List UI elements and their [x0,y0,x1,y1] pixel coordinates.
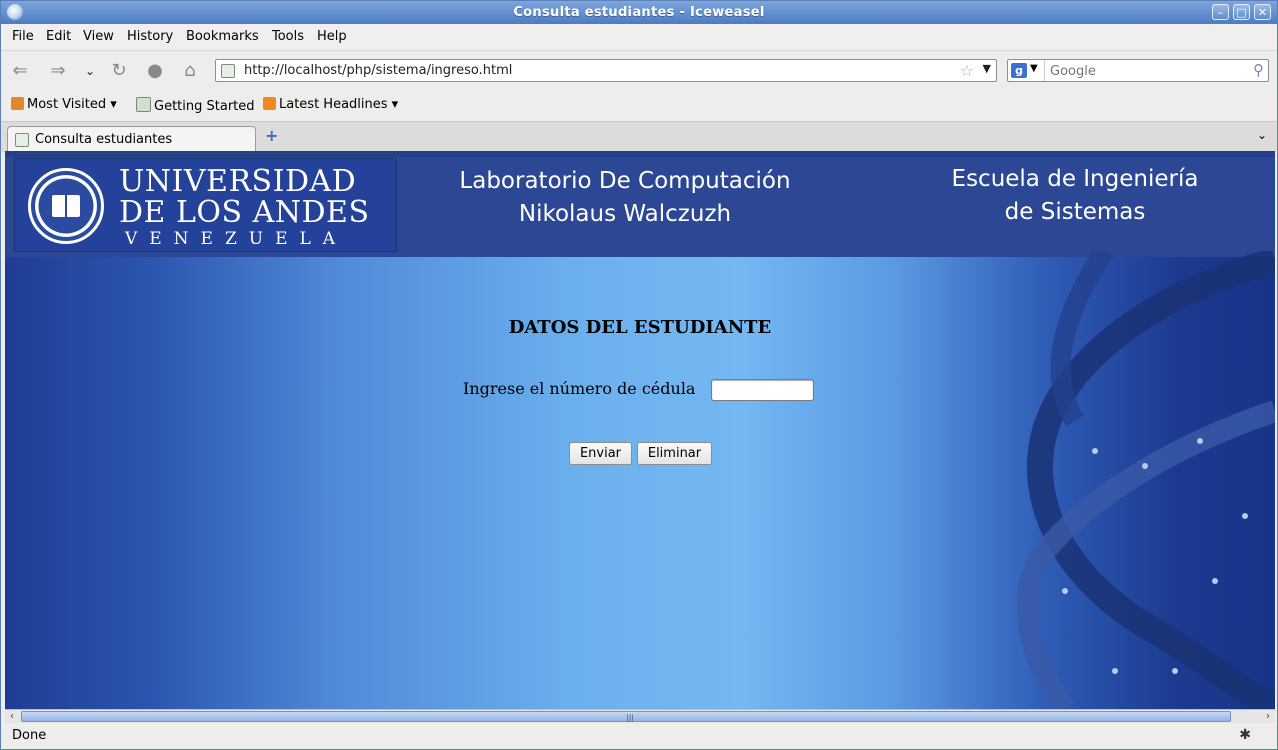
cedula-label: Ingrese el número de cédula [463,379,696,398]
bookmark-label: Getting Started [154,99,255,114]
cedula-input[interactable] [711,379,814,401]
lab-heading: Laboratorio De Computación Nikolaus Walc… [435,165,815,231]
bookmark-latest-headlines[interactable]: Latest Headlines ▾ [263,97,398,112]
menu-bar: File Edit View History Bookmarks Tools H… [1,24,1277,50]
logo-text-line1: UNIVERSIDAD [119,164,357,199]
window-title: Consulta estudiantes - Iceweasel [513,5,765,20]
tab-consulta-estudiantes[interactable]: Consulta estudiantes [7,126,256,152]
status-bar: Done ✱ [1,723,1277,749]
school-heading: Escuela de Ingeniería de Sistemas [925,163,1225,229]
title-bar: Consulta estudiantes - Iceweasel – □ ✕ [1,1,1277,24]
menu-help[interactable]: Help [317,29,347,44]
scroll-left-icon[interactable]: ‹ [5,710,19,723]
url-text[interactable]: http://localhost/php/sistema/ingreso.htm… [244,63,512,78]
google-engine-icon[interactable]: g [1011,63,1027,78]
menu-bookmarks[interactable]: Bookmarks [186,29,259,44]
form-title: DATOS DEL ESTUDIANTE [508,317,772,338]
forward-icon[interactable]: ⇒ [47,60,69,82]
eliminar-button[interactable]: Eliminar [637,442,712,465]
url-bar[interactable]: http://localhost/php/sistema/ingreso.htm… [215,59,997,82]
lab-heading-line2: Nikolaus Walczuzh [518,201,732,227]
school-heading-line1: Escuela de Ingeniería [951,166,1199,192]
tab-list-chevron-icon[interactable]: ⌄ [1257,128,1267,142]
home-icon[interactable]: ⌂ [179,60,201,82]
maximize-button[interactable]: □ [1233,4,1250,20]
new-tab-icon[interactable]: + [265,126,278,145]
school-heading-line2: de Sistemas [1004,199,1146,225]
banner-strip [5,151,1275,157]
bookmark-most-visited[interactable]: Most Visited ▾ [11,97,117,112]
menu-view[interactable]: View [83,29,114,44]
search-icon[interactable]: ⚲ [1253,61,1264,79]
folder-icon [11,97,24,110]
close-button[interactable]: ✕ [1254,4,1271,20]
site-identity-icon[interactable] [221,64,235,78]
bookmark-star-icon[interactable]: ☆ [960,61,974,80]
search-input[interactable] [1048,62,1252,80]
university-logo: UNIVERSIDAD DE LOS ANDES VENEZUELA [14,158,397,252]
browser-window: Consulta estudiantes - Iceweasel – □ ✕ F… [0,0,1278,750]
grip-icon: ||| [626,713,635,722]
university-seal-icon [28,168,104,244]
back-icon[interactable]: ⇐ [9,60,31,82]
tab-label: Consulta estudiantes [35,132,173,147]
menu-file[interactable]: File [12,29,34,44]
engine-dropdown-icon[interactable]: ▼ [1030,63,1038,74]
horizontal-scrollbar[interactable]: ‹ ||| › [5,709,1275,723]
enviar-button[interactable]: Enviar [569,442,632,465]
tab-bar: Consulta estudiantes + ⌄ [1,121,1277,152]
url-dropdown-icon[interactable]: ▼ [983,62,991,75]
search-separator [1044,60,1045,81]
menu-history[interactable]: History [127,29,173,44]
bookmark-label: Latest Headlines [279,97,388,112]
rss-icon [263,97,276,110]
scroll-right-icon[interactable]: › [1261,710,1275,723]
reload-icon[interactable]: ↻ [108,60,130,82]
page-content: UNIVERSIDAD DE LOS ANDES VENEZUELA Labor… [5,151,1275,709]
header-banner: UNIVERSIDAD DE LOS ANDES VENEZUELA Labor… [5,151,1275,257]
menu-edit[interactable]: Edit [46,29,71,44]
bookmark-getting-started[interactable]: Getting Started [136,97,255,114]
logo-text-line2: DE LOS ANDES [119,195,370,230]
stop-icon[interactable]: ● [144,60,166,82]
menu-tools[interactable]: Tools [272,29,304,44]
page-icon [136,97,151,112]
search-bar[interactable]: g ▼ ⚲ [1007,59,1269,82]
history-dropdown-icon[interactable]: ⌄ [79,60,101,82]
lab-heading-line1: Laboratorio De Computación [459,168,791,194]
navigation-toolbar: ⇐ ⇒ ⌄ ↻ ● ⌂ http://localhost/php/sistema… [1,50,1277,91]
status-text: Done [12,728,47,743]
scrollbar-thumb[interactable]: ||| [21,711,1231,722]
page-icon [15,133,29,147]
bookmark-label: Most Visited [27,97,107,112]
minimize-button[interactable]: – [1212,4,1229,20]
firebug-icon[interactable]: ✱ [1239,727,1251,743]
logo-text-line3: VENEZUELA [125,229,348,249]
bookmarks-toolbar: Most Visited ▾ Getting Started Latest He… [1,91,1277,121]
